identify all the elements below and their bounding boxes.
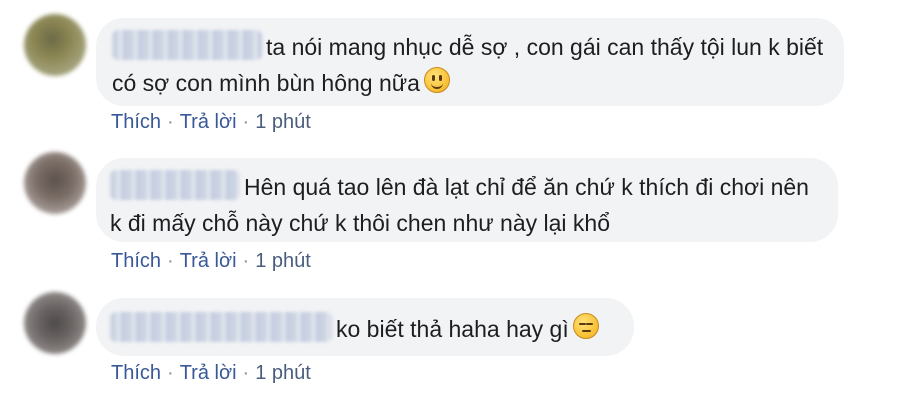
separator-dot: · — [167, 111, 174, 133]
comment-actions: Thích · Trả lời · 1 phút — [111, 250, 311, 273]
like-link[interactable]: Thích — [111, 111, 161, 133]
comment-bubble: ta nói mang nhục dễ sợ , con gái can thấ… — [96, 18, 844, 106]
comment-text: ko biết thả haha hay gì — [336, 315, 569, 342]
comment-actions: Thích · Trả lời · 1 phút — [111, 362, 311, 385]
separator-dot: · — [167, 250, 174, 272]
comment-timestamp[interactable]: 1 phút — [255, 111, 311, 133]
separator-dot: · — [242, 111, 250, 133]
avatar[interactable] — [24, 292, 86, 354]
author-name-blurred[interactable] — [110, 311, 332, 342]
comment-timestamp[interactable]: 1 phút — [255, 362, 311, 384]
avatar[interactable] — [24, 152, 86, 214]
author-name-blurred[interactable] — [112, 29, 262, 60]
reply-link[interactable]: Trả lời — [180, 111, 237, 133]
author-name-blurred[interactable] — [110, 169, 240, 200]
avatar[interactable] — [24, 14, 86, 76]
comment-bubble: Hên quá tao lên đà lạt chỉ để ăn chứ k t… — [96, 158, 838, 242]
separator-dot: · — [242, 250, 250, 272]
reply-link[interactable]: Trả lời — [180, 362, 237, 384]
separator-dot: · — [167, 362, 174, 384]
smile-emoji-icon — [423, 66, 450, 93]
like-link[interactable]: Thích — [111, 362, 161, 384]
comment-bubble: ko biết thả haha hay gì — [96, 298, 634, 356]
comment-timestamp[interactable]: 1 phút — [255, 250, 311, 272]
comment-actions: Thích · Trả lời · 1 phút — [111, 111, 311, 134]
reply-link[interactable]: Trả lời — [180, 250, 237, 272]
like-link[interactable]: Thích — [111, 250, 161, 272]
separator-dot: · — [242, 362, 250, 384]
expressionless-emoji-icon — [572, 312, 599, 339]
